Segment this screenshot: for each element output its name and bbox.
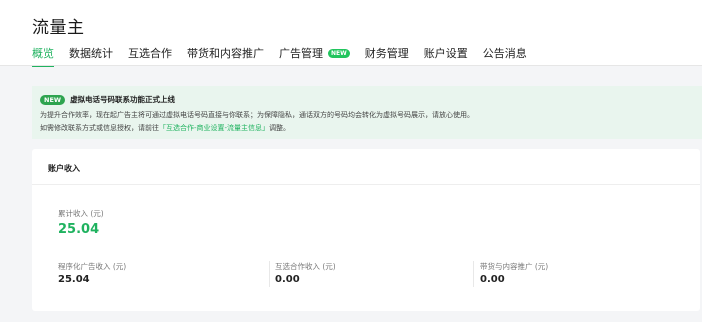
tab-data-statistics[interactable]: 数据统计 bbox=[69, 46, 113, 62]
tab-ad-management-label: 广告管理 bbox=[279, 47, 323, 60]
total-income-value: 25.04 bbox=[58, 222, 100, 237]
notice-settings-link[interactable]: 「互选合作-商业设置-流量主信息」 bbox=[159, 124, 269, 132]
notice-text-line1: 为提升合作效率，现在起广告主将可通过虚拟电话号码直接与你联系；为保障隐私，通话双… bbox=[40, 111, 474, 119]
account-income-title: 账户收入 bbox=[48, 164, 80, 173]
main-tabs: 概览 数据统计 互选合作 带货和内容推广 广告管理 NEW 财务管理 账户设置 公… bbox=[32, 46, 542, 67]
card-divider bbox=[32, 184, 700, 185]
goods-content-promotion-income-label: 带货与内容推广 (元) bbox=[480, 262, 549, 271]
total-income-label: 累计收入 (元) bbox=[58, 209, 104, 218]
tab-overview[interactable]: 概览 bbox=[32, 46, 54, 67]
notice-title: 虚拟电话号码联系功能正式上线 bbox=[70, 95, 176, 104]
tab-finance-management[interactable]: 财务管理 bbox=[365, 46, 409, 62]
tab-goods-content-promotion[interactable]: 带货和内容推广 bbox=[187, 46, 264, 62]
tab-account-settings[interactable]: 账户设置 bbox=[424, 46, 468, 62]
notice-line2-suffix: 调整。 bbox=[269, 124, 291, 132]
metric-separator bbox=[269, 261, 270, 287]
top-header: 流量主 概览 数据统计 互选合作 带货和内容推广 广告管理 NEW 财务管理 账户… bbox=[0, 0, 702, 67]
new-badge: NEW bbox=[328, 49, 350, 58]
mutual-cooperation-income-label: 互选合作收入 (元) bbox=[275, 262, 336, 271]
programmatic-ad-income-label: 程序化广告收入 (元) bbox=[58, 262, 127, 271]
programmatic-ad-income-value: 25.04 bbox=[58, 274, 90, 285]
mutual-cooperation-income-value: 0.00 bbox=[275, 274, 300, 285]
notice-header: NEW 虚拟电话号码联系功能正式上线 bbox=[40, 94, 175, 105]
tab-ad-management[interactable]: 广告管理 NEW bbox=[279, 46, 350, 62]
tab-mutual-cooperation[interactable]: 互选合作 bbox=[128, 46, 172, 62]
account-income-card: 账户收入 累计收入 (元) 25.04 程序化广告收入 (元) 25.04 互选… bbox=[32, 149, 700, 311]
tab-announcements[interactable]: 公告消息 bbox=[483, 46, 527, 62]
notice-line2-prefix: 如需修改联系方式或信息授权，请前往 bbox=[40, 124, 159, 132]
goods-content-promotion-income-value: 0.00 bbox=[480, 274, 505, 285]
notice-banner: NEW 虚拟电话号码联系功能正式上线 为提升合作效率，现在起广告主将可通过虚拟电… bbox=[32, 86, 702, 139]
notice-new-badge: NEW bbox=[40, 94, 66, 105]
notice-text-line2: 如需修改联系方式或信息授权，请前往「互选合作-商业设置-流量主信息」调整。 bbox=[40, 123, 290, 133]
metric-separator bbox=[473, 261, 474, 287]
app-title: 流量主 bbox=[32, 18, 85, 38]
header-divider bbox=[0, 65, 702, 66]
